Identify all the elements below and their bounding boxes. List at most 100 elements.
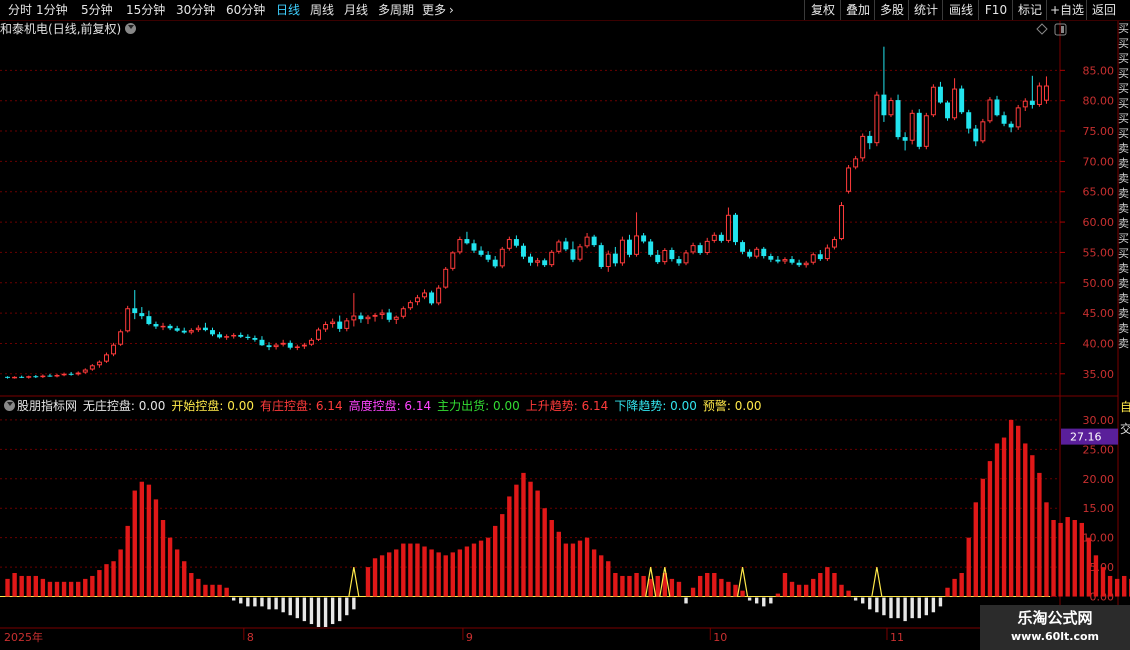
candle-body [584, 236, 590, 247]
candle-body [372, 314, 378, 317]
indicator-name[interactable]: 股朋指标网 [17, 399, 77, 413]
indicator-value-6: 下降趋势: 0.00 [614, 399, 697, 413]
candle [422, 289, 427, 300]
candle [520, 243, 526, 260]
chevron-down-icon[interactable] [4, 400, 15, 411]
candle-body [810, 254, 816, 263]
candle [945, 100, 950, 121]
candle-body [379, 312, 385, 315]
candle [831, 236, 837, 250]
indicator-bar [1100, 567, 1106, 597]
indicator-bar [47, 581, 53, 597]
candle-body [549, 251, 555, 266]
candle [937, 81, 943, 104]
candle [457, 236, 463, 255]
indicator-bar [627, 575, 632, 597]
indicator-bar [1044, 502, 1049, 597]
price-tick-label: 70.00 [1083, 155, 1115, 168]
candle-body [789, 259, 795, 263]
candle-body [634, 235, 640, 255]
candle [273, 342, 279, 350]
indicator-bar [309, 597, 314, 625]
candle [499, 246, 505, 269]
candle [860, 133, 866, 162]
indicator-bar [740, 590, 745, 597]
indicator-bar [61, 581, 67, 597]
candle-body [761, 248, 767, 257]
indicator-value-5: 上升趋势: 6.14 [525, 399, 609, 413]
candle-body [273, 344, 279, 348]
candle [365, 314, 371, 325]
candle-body [344, 320, 350, 329]
indicator-bar [938, 597, 943, 607]
indicator-bar [167, 537, 173, 597]
date-year-label: 2025年 [4, 630, 43, 644]
indicator-bar [896, 597, 900, 619]
candle-body [591, 236, 597, 246]
candle-body [422, 292, 427, 298]
candle-body [89, 365, 95, 370]
candle [181, 327, 187, 334]
candle [570, 241, 576, 263]
candle-body [994, 99, 1000, 116]
candle-body [224, 336, 230, 338]
indicator-bar [386, 552, 392, 597]
indicator-bar [1079, 522, 1084, 597]
candle [881, 46, 887, 122]
candle-body [414, 297, 420, 303]
candle [358, 312, 364, 323]
candle-body [619, 239, 625, 264]
candle [82, 368, 88, 374]
candle [125, 305, 131, 333]
date-month-label: 11 [890, 631, 904, 644]
candle [323, 321, 329, 332]
indicator-bar [994, 443, 1000, 597]
candle [782, 257, 788, 264]
candle [153, 321, 159, 329]
indicator-bar [1016, 425, 1021, 597]
indicator-bar [846, 590, 851, 597]
candle [577, 243, 583, 262]
candle [846, 165, 852, 194]
indicator-bar [980, 478, 986, 597]
candle-body [407, 302, 413, 309]
indicator-bar [40, 578, 46, 597]
indicator-bar [648, 578, 653, 597]
candle-body [245, 336, 251, 338]
candle-body [563, 241, 569, 250]
indicator-bar [210, 584, 215, 597]
indicator-bar [146, 484, 152, 597]
indicator-bar [1051, 520, 1056, 597]
candle-body [132, 308, 138, 314]
indicator-bar [945, 587, 950, 597]
diamond-icon[interactable] [1036, 23, 1048, 35]
candle [188, 328, 194, 335]
indicator-bar [811, 578, 816, 597]
candle [874, 91, 880, 147]
candle [902, 132, 908, 151]
candle [916, 109, 922, 150]
indicator-bar [755, 597, 759, 604]
price-tick-label: 55.00 [1083, 246, 1115, 259]
candle [287, 340, 293, 350]
indicator-bar [882, 597, 886, 616]
indicator-bar [330, 597, 335, 625]
candle [344, 317, 350, 332]
indicator-bar [769, 597, 773, 604]
candle [89, 364, 95, 371]
indicator-bars [5, 419, 1130, 627]
candle-body [520, 245, 526, 257]
candle-body [400, 308, 406, 317]
candle [118, 329, 124, 346]
candle-body [556, 241, 562, 252]
candle [1036, 82, 1042, 107]
indicator-bar [323, 597, 328, 627]
indicator-bar [952, 578, 957, 597]
indicator-bar [542, 508, 547, 597]
candle-body [82, 369, 88, 373]
kline-chart[interactable]: 85.00 80.00 75.00 70.00 65.00 60.00 55.00 50.00… [0, 0, 1130, 650]
candle [12, 376, 18, 379]
candle-body [683, 252, 689, 264]
indicator-bar [19, 575, 24, 597]
candle-body [1029, 100, 1035, 105]
